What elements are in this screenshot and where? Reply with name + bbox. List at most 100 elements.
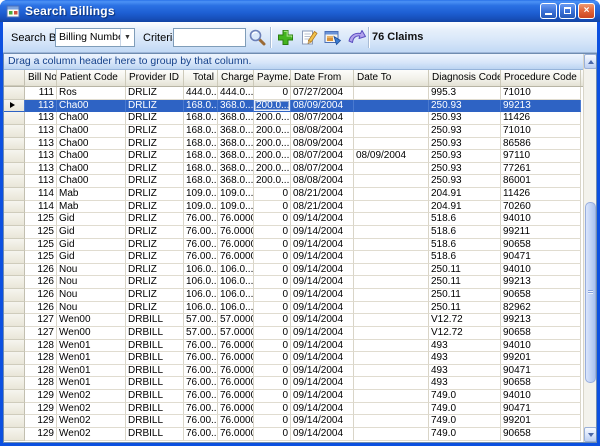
cell[interactable]: 125 <box>25 251 57 264</box>
cell[interactable] <box>354 213 429 226</box>
cell[interactable]: 08/09/2004 <box>291 100 354 113</box>
cell[interactable]: 09/14/2004 <box>291 327 354 340</box>
cell[interactable]: 106.0... <box>218 276 254 289</box>
cell[interactable]: 493 <box>429 377 501 390</box>
cell[interactable]: DRLIZ <box>126 175 184 188</box>
column-header-diagnosis-code[interactable]: Diagnosis Code <box>429 70 501 86</box>
cell[interactable]: 127 <box>25 314 57 327</box>
cell[interactable]: 76.00... <box>184 377 218 390</box>
table-row[interactable]: 125GidDRLIZ76.00...76.0000009/14/2004518… <box>4 251 583 264</box>
cell[interactable]: 749.0 <box>429 415 501 428</box>
cell[interactable]: Mab <box>57 188 126 201</box>
table-row[interactable]: 126NouDRLIZ106.0...106.0...009/14/200425… <box>4 302 583 315</box>
cell[interactable]: 86001 <box>501 175 581 188</box>
cell[interactable]: Cha00 <box>57 112 126 125</box>
cell[interactable]: Nou <box>57 264 126 277</box>
row-indicator[interactable] <box>4 365 25 378</box>
cell[interactable]: 77261 <box>501 163 581 176</box>
cell[interactable]: 09/14/2004 <box>291 428 354 441</box>
cell[interactable]: 09/14/2004 <box>291 390 354 403</box>
cell[interactable]: 70260 <box>501 201 581 214</box>
cell[interactable]: 109.0... <box>184 201 218 214</box>
row-indicator[interactable] <box>4 125 25 138</box>
cell[interactable]: 368.0... <box>218 112 254 125</box>
cell[interactable]: DRLIZ <box>126 188 184 201</box>
cell[interactable]: Gid <box>57 239 126 252</box>
cell[interactable]: DRLIZ <box>126 87 184 100</box>
cell[interactable] <box>354 251 429 264</box>
table-row[interactable]: 113Cha00DRLIZ168.0...368.0...200.0...08/… <box>4 150 583 163</box>
cell[interactable]: 90471 <box>501 251 581 264</box>
cell[interactable]: Cha00 <box>57 150 126 163</box>
cell[interactable] <box>354 302 429 315</box>
table-row[interactable]: 126NouDRLIZ106.0...106.0...009/14/200425… <box>4 264 583 277</box>
cell[interactable]: 0 <box>254 428 291 441</box>
cell[interactable]: 129 <box>25 390 57 403</box>
cell[interactable]: 09/14/2004 <box>291 302 354 315</box>
row-indicator[interactable] <box>4 352 25 365</box>
cell[interactable]: 128 <box>25 340 57 353</box>
cell[interactable]: DRLIZ <box>126 289 184 302</box>
cell[interactable]: 113 <box>25 100 57 113</box>
cell[interactable]: 250.93 <box>429 138 501 151</box>
cell[interactable]: 90658 <box>501 289 581 302</box>
row-indicator[interactable] <box>4 377 25 390</box>
add-button[interactable] <box>274 26 297 49</box>
cell[interactable] <box>354 340 429 353</box>
cell[interactable]: DRLIZ <box>126 302 184 315</box>
cell[interactable]: Wen02 <box>57 428 126 441</box>
cell[interactable] <box>354 112 429 125</box>
row-indicator[interactable] <box>4 226 25 239</box>
table-row[interactable]: 113Cha00DRLIZ168.0...368.0...200.0...08/… <box>4 163 583 176</box>
table-row[interactable]: 113Cha00DRLIZ168.0...368.0...200.0...08/… <box>4 100 583 113</box>
cell[interactable]: 11426 <box>501 188 581 201</box>
cell[interactable]: 200.0... <box>254 150 291 163</box>
cell[interactable]: Wen02 <box>57 415 126 428</box>
row-indicator[interactable] <box>4 314 25 327</box>
cell[interactable]: 76.0000 <box>218 377 254 390</box>
row-indicator[interactable] <box>4 150 25 163</box>
cell[interactable]: Gid <box>57 213 126 226</box>
cell[interactable]: DRLIZ <box>126 276 184 289</box>
cell[interactable]: DRLIZ <box>126 100 184 113</box>
cell[interactable]: 0 <box>254 352 291 365</box>
cell[interactable]: 0 <box>254 201 291 214</box>
cell[interactable]: 444.0... <box>184 87 218 100</box>
cell[interactable]: 109.0... <box>218 188 254 201</box>
cell[interactable]: DRBILL <box>126 403 184 416</box>
row-indicator[interactable] <box>4 201 25 214</box>
cell[interactable]: DRLIZ <box>126 239 184 252</box>
cell[interactable]: 0 <box>254 314 291 327</box>
cell[interactable]: 76.0000 <box>218 428 254 441</box>
cell[interactable]: 368.0... <box>218 100 254 113</box>
cell[interactable]: 0 <box>254 239 291 252</box>
cell[interactable]: 995.3 <box>429 87 501 100</box>
group-by-bar[interactable]: Drag a column header here to group by th… <box>4 54 583 70</box>
cell[interactable]: Nou <box>57 276 126 289</box>
edit-button[interactable] <box>298 26 321 49</box>
cell[interactable]: 250.11 <box>429 289 501 302</box>
cell[interactable]: 09/14/2004 <box>291 213 354 226</box>
search-by-combo[interactable]: Billing Number ▼ <box>55 28 135 47</box>
column-header-payme-[interactable]: Payme... <box>254 70 291 86</box>
cell[interactable]: Cha00 <box>57 175 126 188</box>
titlebar[interactable]: Search Billings × <box>0 0 600 22</box>
cell[interactable]: DRLIZ <box>126 264 184 277</box>
cell[interactable]: 128 <box>25 352 57 365</box>
table-row[interactable]: 126NouDRLIZ106.0...106.0...009/14/200425… <box>4 276 583 289</box>
cell[interactable]: 113 <box>25 138 57 151</box>
cell[interactable]: 94010 <box>501 213 581 226</box>
cell[interactable]: DRLIZ <box>126 213 184 226</box>
cell[interactable]: 76.0000 <box>218 239 254 252</box>
cell[interactable]: 76.0000 <box>218 403 254 416</box>
cell[interactable] <box>354 125 429 138</box>
table-row[interactable]: 114MabDRLIZ109.0...109.0...008/21/200420… <box>4 188 583 201</box>
cell[interactable]: 09/14/2004 <box>291 251 354 264</box>
cell[interactable]: 111 <box>25 87 57 100</box>
table-row[interactable]: 113Cha00DRLIZ168.0...368.0...200.0...08/… <box>4 112 583 125</box>
cell[interactable]: 76.00... <box>184 352 218 365</box>
column-header-patient-code[interactable]: Patient Code <box>57 70 126 86</box>
row-indicator[interactable] <box>4 340 25 353</box>
cell[interactable]: 749.0 <box>429 390 501 403</box>
cell[interactable]: 250.93 <box>429 163 501 176</box>
